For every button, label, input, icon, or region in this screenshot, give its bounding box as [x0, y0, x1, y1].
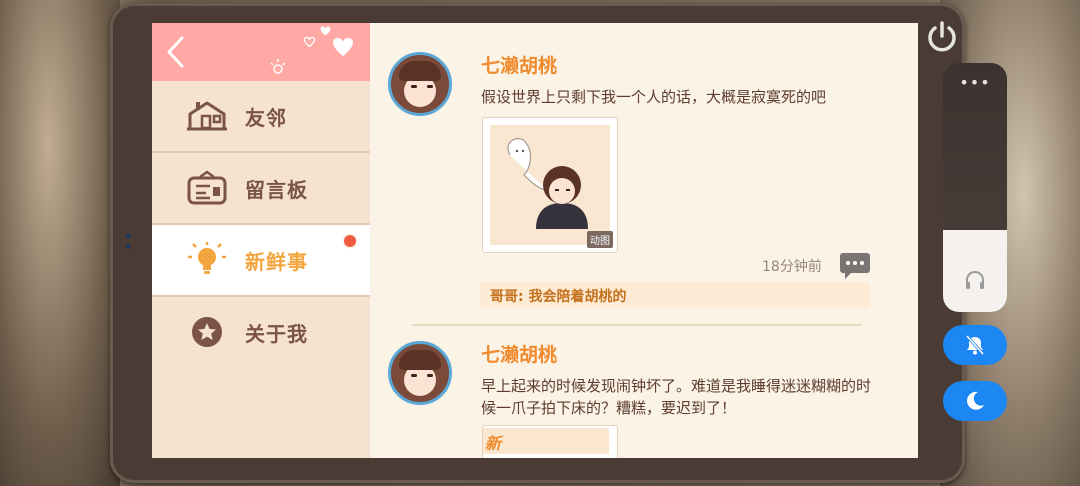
power-button[interactable] [924, 19, 960, 55]
post-author: 七濑胡桃 [481, 344, 558, 366]
sidebar-item-label: 新鲜事 [245, 250, 308, 274]
power-icon [928, 21, 956, 52]
character-illustration [507, 138, 588, 229]
post-text: 早上起来的时候发现闹钟坏了。难道是我睡得迷迷糊糊的时候一爪子拍下床的？糟糕，要迟… [481, 377, 872, 417]
avatar[interactable] [388, 341, 452, 405]
night-mode-button[interactable] [943, 381, 1007, 421]
sidebar-item-label: 关于我 [245, 322, 308, 346]
post-image[interactable]: 动图 [482, 117, 618, 253]
sidebar-item-label: 留言板 [245, 178, 308, 202]
phone-screen: 友邻 留言板 新鲜事 关于我 七濑胡桃 假设世界上只剩下我一个人的话，大概是寂寞… [152, 23, 918, 458]
avatar[interactable] [388, 52, 452, 116]
divider [412, 324, 862, 326]
more-icon[interactable]: ••• [943, 73, 1007, 92]
mute-notifications-button[interactable] [943, 325, 1007, 365]
news-feed: 七濑胡桃 假设世界上只剩下我一个人的话，大概是寂寞死的吧 动图 18分钟前 哥哥… [370, 23, 918, 458]
post-image[interactable]: 新 [482, 425, 618, 458]
camera-dot [126, 234, 131, 239]
heart-icon [320, 26, 331, 36]
sidebar-item-label: 友邻 [245, 106, 287, 130]
sidebar: 友邻 留言板 新鲜事 关于我 [152, 23, 370, 458]
gif-tag: 动图 [587, 231, 613, 248]
camera-dot [126, 244, 131, 249]
comment-button[interactable] [839, 252, 871, 280]
bell-off-icon [965, 335, 985, 355]
sidebar-header [152, 23, 370, 81]
back-button[interactable] [162, 35, 190, 69]
volume-slider[interactable]: ••• [943, 63, 1007, 312]
lightbulb-icon [188, 242, 226, 274]
sun-icon [270, 59, 286, 74]
sidebar-item-message-board[interactable]: 留言板 [152, 153, 370, 225]
post-author: 七濑胡桃 [481, 55, 558, 77]
sidebar-item-about-me[interactable]: 关于我 [152, 297, 370, 367]
heart-icon [304, 37, 315, 47]
headphones-icon [966, 271, 984, 289]
post-text: 假设世界上只剩下我一个人的话，大概是寂寞死的吧 [481, 88, 827, 106]
comment-box: 哥哥: 我会陪着胡桃的 [480, 282, 870, 308]
new-tag: 新 [485, 434, 502, 453]
background-left [0, 0, 120, 486]
volume-fill [943, 230, 1007, 312]
house-icon [187, 101, 227, 131]
moon-icon [967, 391, 984, 410]
notification-badge [344, 235, 356, 247]
comment-text: 哥哥: 我会陪着胡桃的 [490, 289, 627, 305]
heart-icon [333, 37, 353, 57]
sidebar-item-news[interactable]: 新鲜事 [152, 225, 370, 297]
message-board-icon [187, 170, 227, 205]
chevron-left-icon [167, 36, 184, 68]
comment-icon [840, 253, 870, 279]
star-icon [192, 317, 222, 347]
sidebar-item-neighbors[interactable]: 友邻 [152, 81, 370, 153]
post-time: 18分钟前 [762, 259, 822, 275]
